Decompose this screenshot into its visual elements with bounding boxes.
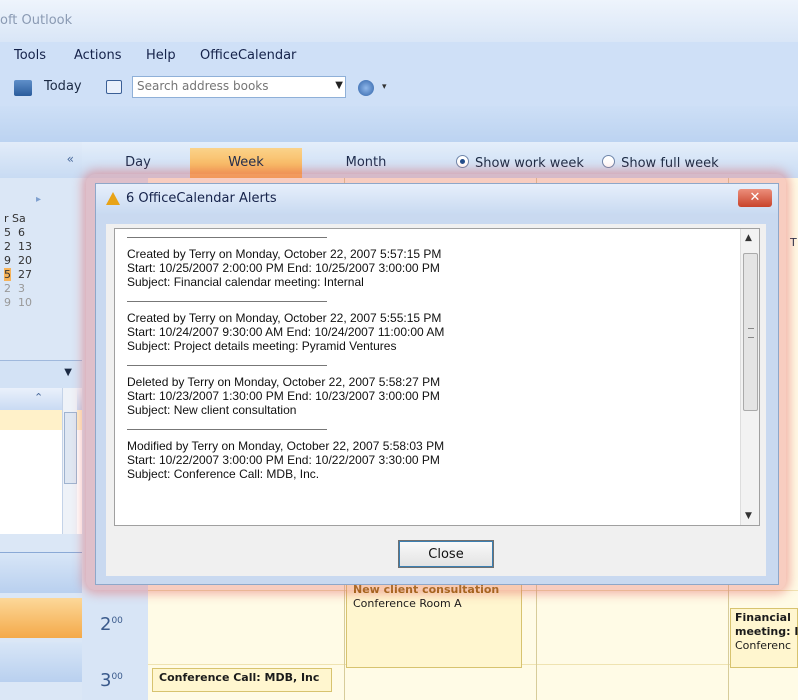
nav-scrollbar[interactable] — [62, 388, 77, 534]
alert-icon — [106, 192, 120, 205]
alert-line: Start: 10/22/2007 3:00:00 PM End: 10/22/… — [127, 453, 440, 467]
show-work-week-radio[interactable] — [456, 155, 469, 168]
alert-line: Start: 10/25/2007 2:00:00 PM End: 10/25/… — [127, 261, 440, 275]
toolbar-options-icon[interactable]: ▾ — [382, 82, 387, 92]
mini-calendar-row: 2 3 — [4, 282, 80, 296]
toolbar-band — [0, 106, 798, 143]
close-icon[interactable]: ✕ — [738, 189, 772, 207]
mini-day[interactable]: 5 — [4, 226, 11, 239]
menu-help[interactable]: Help — [146, 48, 176, 63]
time-label: 300 — [100, 670, 123, 691]
dialog-title-bar: 6 OfficeCalendar Alerts ✕ — [96, 184, 778, 214]
search-address-books[interactable]: ▼ — [132, 76, 346, 98]
mini-calendar-row: 9 20 — [4, 254, 80, 268]
collapse-section-icon[interactable]: ⌃ — [34, 391, 43, 404]
menu-actions[interactable]: Actions — [74, 48, 122, 63]
appointment-location: Conferenc — [735, 639, 792, 652]
calendar-view-icon[interactable] — [14, 80, 32, 96]
search-input[interactable] — [133, 77, 325, 95]
chevron-down-icon[interactable]: ▼ — [335, 80, 343, 91]
mini-day[interactable]: 2 — [4, 282, 11, 295]
mini-day[interactable]: 9 — [4, 254, 11, 267]
chevron-down-icon[interactable]: ▼ — [64, 367, 72, 378]
mini-day[interactable]: 2 — [4, 240, 11, 253]
menu-tools[interactable]: Tools — [14, 48, 46, 63]
appointment-location: Conference Room A — [353, 597, 462, 610]
mini-calendar-row: 2 13 — [4, 240, 80, 254]
alert-line: Created by Terry on Monday, October 22, … — [127, 311, 442, 325]
collapse-pane-icon[interactable]: « — [67, 152, 74, 166]
alert-entry: Modified by Terry on Monday, October 22,… — [127, 429, 727, 481]
scrollbar-thumb[interactable] — [743, 253, 758, 411]
help-icon[interactable] — [358, 80, 374, 96]
mini-calendar-row: 5 27 — [4, 268, 80, 282]
menu-bar: Tools Actions Help OfficeCalendar — [0, 42, 798, 70]
grip-icon — [748, 328, 754, 338]
nav-bar-calendar[interactable] — [0, 598, 82, 638]
mini-day[interactable]: 27 — [18, 268, 32, 281]
appointment-title: Conference Call: MDB, Inc — [159, 671, 320, 684]
mini-day-today[interactable]: 5 — [4, 268, 11, 281]
navigation-pane: « ▸ r Sa 5 6 2 13 9 20 5 27 2 3 9 10 ▼ ⌃ — [0, 142, 83, 700]
alert-line: Subject: New client consultation — [127, 403, 297, 417]
appointment[interactable]: Financial meeting: I Conferenc — [730, 608, 798, 668]
alert-line: Created by Terry on Monday, October 22, … — [127, 247, 442, 261]
appointment-title: meeting: I — [735, 625, 798, 638]
toolbar: Today ▼ ▾ — [0, 70, 798, 106]
address-book-icon[interactable] — [106, 80, 122, 94]
window-title-bar: oft Outlook — [0, 0, 798, 42]
mini-day[interactable]: 3 — [18, 282, 25, 295]
menu-officecalendar[interactable]: OfficeCalendar — [200, 48, 296, 63]
alert-line: Start: 10/23/2007 1:30:00 PM End: 10/23/… — [127, 389, 440, 403]
separator — [127, 429, 327, 430]
alerts-dialog: 6 OfficeCalendar Alerts ✕ Created by Ter… — [95, 183, 779, 585]
separator — [127, 301, 327, 302]
dialog-body: Created by Terry on Monday, October 22, … — [106, 224, 766, 576]
mini-calendar-header: r Sa — [4, 212, 26, 225]
appointment[interactable]: Conference Call: MDB, Inc — [152, 668, 332, 692]
scroll-up-icon[interactable]: ▲ — [745, 233, 752, 243]
separator — [127, 237, 327, 238]
navigation-pane-header: « — [0, 142, 82, 178]
alert-entry: Deleted by Terry on Monday, October 22, … — [127, 365, 727, 417]
alert-line: Subject: Financial calendar meeting: Int… — [127, 275, 364, 289]
mini-day[interactable]: 10 — [18, 296, 32, 309]
alerts-list: Created by Terry on Monday, October 22, … — [127, 237, 727, 493]
alert-line: Start: 10/24/2007 9:30:00 AM End: 10/24/… — [127, 325, 445, 339]
show-work-week-label[interactable]: Show work week — [475, 156, 584, 171]
time-label: 200 — [100, 614, 123, 635]
alerts-scrollbar[interactable]: ▲ ▼ — [740, 229, 759, 525]
alert-entry: Created by Terry on Monday, October 22, … — [127, 301, 727, 353]
alerts-textarea[interactable]: Created by Terry on Monday, October 22, … — [114, 228, 760, 526]
show-full-week-label[interactable]: Show full week — [621, 156, 719, 171]
grid-header-fragment: T — [790, 236, 797, 249]
separator — [127, 365, 327, 366]
nav-scrollbar-thumb[interactable] — [64, 412, 77, 484]
alert-line: Deleted by Terry on Monday, October 22, … — [127, 375, 441, 389]
mini-day[interactable]: 9 — [4, 296, 11, 309]
appointment-title: Financial — [735, 611, 791, 624]
mini-calendar-row: 5 6 — [4, 226, 80, 240]
alert-line: Subject: Project details meeting: Pyrami… — [127, 339, 397, 353]
view-options: Show work week Show full week — [456, 155, 719, 171]
window-title: oft Outlook — [0, 13, 73, 28]
nav-bar-button[interactable] — [0, 642, 82, 682]
alert-line: Modified by Terry on Monday, October 22,… — [127, 439, 445, 453]
mini-calendar-row: 9 10 — [4, 296, 80, 310]
mini-day[interactable]: 6 — [18, 226, 25, 239]
alert-line: Subject: Conference Call: MDB, Inc. — [127, 467, 320, 481]
alert-entry: Created by Terry on Monday, October 22, … — [127, 237, 727, 289]
mini-day[interactable]: 20 — [18, 254, 32, 267]
next-month-icon[interactable]: ▸ — [36, 194, 41, 205]
show-full-week-radio[interactable] — [602, 155, 616, 168]
dialog-title: 6 OfficeCalendar Alerts — [126, 191, 277, 206]
today-button[interactable]: Today — [44, 79, 82, 94]
scroll-down-icon[interactable]: ▼ — [745, 511, 752, 521]
nav-bar-button[interactable] — [0, 552, 82, 593]
close-button[interactable]: Close — [398, 540, 494, 568]
nav-dropdown[interactable]: ▼ — [0, 360, 82, 389]
mini-day[interactable]: 13 — [18, 240, 32, 253]
mini-calendar: r Sa 5 6 2 13 9 20 5 27 2 3 9 10 — [4, 212, 80, 310]
appointment[interactable]: New client consultation Conference Room … — [346, 580, 522, 668]
